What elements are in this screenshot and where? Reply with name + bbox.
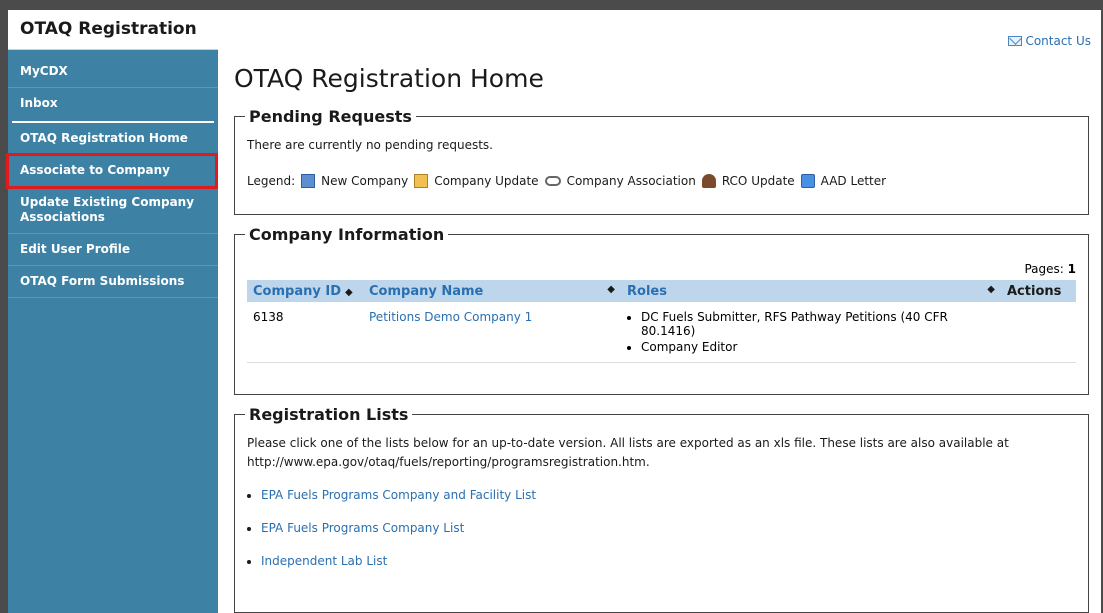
- role-item: Company Editor: [641, 340, 995, 354]
- pending-requests-heading: Pending Requests: [249, 107, 412, 126]
- company-information-section: Company Information Pages: 1 Company ID ◆…: [234, 225, 1089, 395]
- contact-us-link[interactable]: Contact Us: [1008, 34, 1091, 48]
- aad-letter-icon: [800, 174, 815, 188]
- sidebar-item-associate-to-company[interactable]: Associate to Company: [6, 153, 218, 189]
- company-association-icon: [544, 176, 561, 186]
- company-update-icon: [414, 174, 429, 188]
- column-roles[interactable]: Roles ◆: [621, 280, 1001, 302]
- legend-aad-letter: AAD Letter: [820, 174, 887, 188]
- sidebar-item-edit-user-profile[interactable]: Edit User Profile: [8, 234, 218, 266]
- column-company-id[interactable]: Company ID ◆: [247, 280, 363, 302]
- new-company-icon: [301, 174, 316, 188]
- pending-requests-message: There are currently no pending requests.: [247, 138, 493, 152]
- app-title: OTAQ Registration: [8, 10, 218, 50]
- registration-lists-intro: Please click one of the lists below for …: [247, 436, 1009, 469]
- role-item: DC Fuels Submitter, RFS Pathway Petition…: [641, 310, 995, 338]
- sidebar-item-mycdx[interactable]: MyCDX: [8, 50, 218, 88]
- pages-value[interactable]: 1: [1068, 262, 1076, 276]
- legend-company-association: Company Association: [566, 174, 696, 188]
- top-bar: OTAQ Registration Contact Us: [8, 10, 1101, 50]
- company-information-heading: Company Information: [249, 225, 445, 244]
- sort-icon[interactable]: ◆: [345, 287, 353, 298]
- independent-lab-list-link[interactable]: Independent Lab List: [261, 554, 387, 568]
- contact-us-label[interactable]: Contact Us: [1025, 34, 1091, 48]
- pagination: Pages: 1: [247, 262, 1076, 276]
- pages-label: Pages:: [1024, 262, 1064, 276]
- legend-company-update: Company Update: [434, 174, 539, 188]
- sort-icon[interactable]: ◆: [607, 284, 615, 295]
- sidebar-item-update-existing-company-associations[interactable]: Update Existing Company Associations: [8, 187, 218, 234]
- page-title: OTAQ Registration Home: [234, 64, 544, 93]
- app-window: OTAQ Registration Contact Us MyCDX Inbox…: [6, 10, 1101, 613]
- cell-actions: [1001, 302, 1076, 363]
- legend-row: Legend: New Company Company Update Compa…: [247, 174, 1076, 188]
- legend-new-company: New Company: [321, 174, 409, 188]
- registration-lists-links: EPA Fuels Programs Company and Facility …: [261, 488, 1076, 568]
- cell-roles: DC Fuels Submitter, RFS Pathway Petition…: [621, 302, 1001, 363]
- legend-label: Legend:: [247, 174, 296, 188]
- mail-icon: [1008, 36, 1023, 46]
- company-list-link[interactable]: EPA Fuels Programs Company List: [261, 521, 464, 535]
- main-content: OTAQ Registration Home Pending Requests …: [234, 50, 1089, 613]
- rco-update-icon: [701, 174, 716, 188]
- legend-rco-update: RCO Update: [721, 174, 795, 188]
- company-name-link[interactable]: Petitions Demo Company 1: [369, 310, 532, 324]
- sidebar: MyCDX Inbox OTAQ Registration Home Assoc…: [6, 50, 218, 613]
- list-item[interactable]: EPA Fuels Programs Company and Facility …: [261, 488, 1076, 502]
- pending-requests-section: Pending Requests There are currently no …: [234, 107, 1089, 215]
- table-row: 6138 Petitions Demo Company 1 DC Fuels S…: [247, 302, 1076, 363]
- list-item[interactable]: EPA Fuels Programs Company List: [261, 521, 1076, 535]
- registration-lists-section: Registration Lists Please click one of t…: [234, 405, 1089, 613]
- sidebar-item-inbox[interactable]: Inbox: [8, 88, 218, 119]
- sort-icon[interactable]: ◆: [987, 284, 995, 295]
- list-item[interactable]: Independent Lab List: [261, 554, 1076, 568]
- company-table: Company ID ◆ Company Name ◆ Roles ◆ Actions…: [247, 280, 1076, 363]
- sidebar-item-otaq-registration-home[interactable]: OTAQ Registration Home: [8, 123, 218, 155]
- registration-lists-heading: Registration Lists: [249, 405, 409, 424]
- cell-company-name[interactable]: Petitions Demo Company 1: [363, 302, 621, 363]
- column-actions: Actions: [1001, 280, 1076, 302]
- sidebar-item-otaq-form-submissions[interactable]: OTAQ Form Submissions: [8, 266, 218, 298]
- company-facility-list-link[interactable]: EPA Fuels Programs Company and Facility …: [261, 488, 536, 502]
- cell-company-id: 6138: [247, 302, 363, 363]
- column-company-name[interactable]: Company Name ◆: [363, 280, 621, 302]
